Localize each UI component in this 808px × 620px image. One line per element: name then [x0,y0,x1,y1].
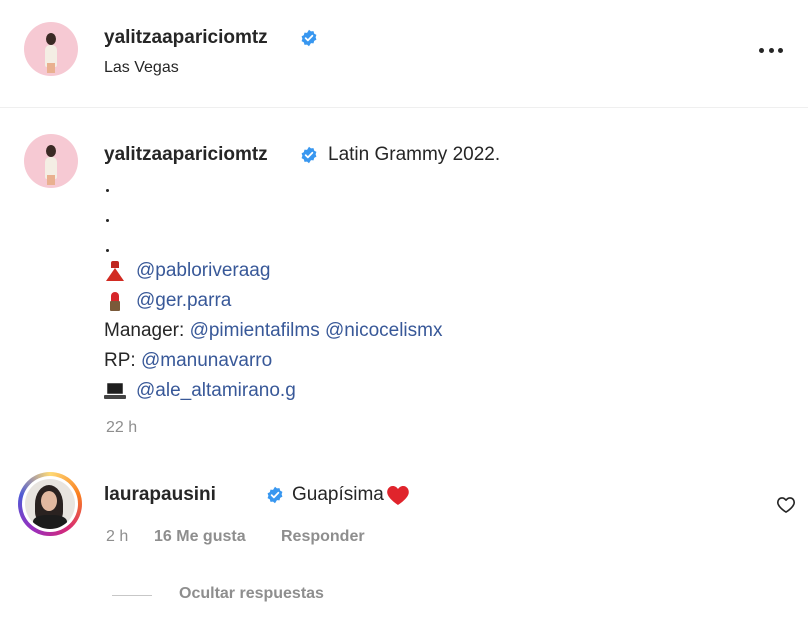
laptop-icon [104,380,126,402]
more-options-button[interactable] [754,38,788,62]
heart-outline-icon[interactable] [776,495,796,515]
credit-prefix: RP: [104,350,136,371]
caption-credit-line: Manager: @pimientafilms @nicocelismx [104,320,442,342]
caption-dot [106,249,109,252]
mention-link[interactable]: @ale_altamirano.g [136,380,296,402]
caption-username[interactable]: yalitzaapariciomtz [104,144,268,166]
lipstick-icon [104,290,126,312]
comment-text: Guapísima [292,484,384,505]
caption-author-avatar[interactable] [24,134,78,188]
more-horizontal-icon [759,47,764,53]
caption-dot [106,189,109,192]
caption-timestamp[interactable]: 22 h [106,419,137,437]
verified-badge-icon [267,486,283,504]
caption-text: Latin Grammy 2022. [328,144,501,165]
dress-icon [104,260,126,282]
caption-dot [106,219,109,222]
mention-link[interactable]: @ger.parra [136,290,231,312]
author-username[interactable]: yalitzaapariciomtz [104,27,268,49]
caption-credit-line: @ger.parra [104,290,231,312]
author-avatar[interactable] [24,22,78,76]
comment-likes-count[interactable]: 16 Me gusta [154,528,246,546]
caption-credit-line: RP: @manunavarro [104,350,272,372]
verified-badge-icon [301,29,317,47]
commenter-avatar[interactable] [18,472,82,536]
comment-body: Guapísima [292,484,410,506]
credit-prefix: Manager: [104,320,185,341]
hide-replies-button[interactable]: Ocultar respuestas [179,585,324,603]
caption-credit-line: @pabloriveraag [104,260,270,282]
post-location[interactable]: Las Vegas [104,59,179,77]
reply-button[interactable]: Responder [281,528,365,546]
post-header: yalitzaapariciomtz Las Vegas [0,0,808,108]
comment-timestamp[interactable]: 2 h [106,528,128,546]
mention-link[interactable]: @pimientafilms [190,320,320,342]
mention-link[interactable]: @manunavarro [141,350,272,372]
replies-divider [112,595,152,596]
commenter-username[interactable]: laurapausini [104,484,216,506]
verified-badge-icon [301,146,317,164]
mention-link[interactable]: @nicocelismx [325,320,442,342]
caption-credit-line: @ale_altamirano.g [104,380,296,402]
red-heart-icon [387,486,409,505]
mention-link[interactable]: @pabloriveraag [136,260,270,282]
